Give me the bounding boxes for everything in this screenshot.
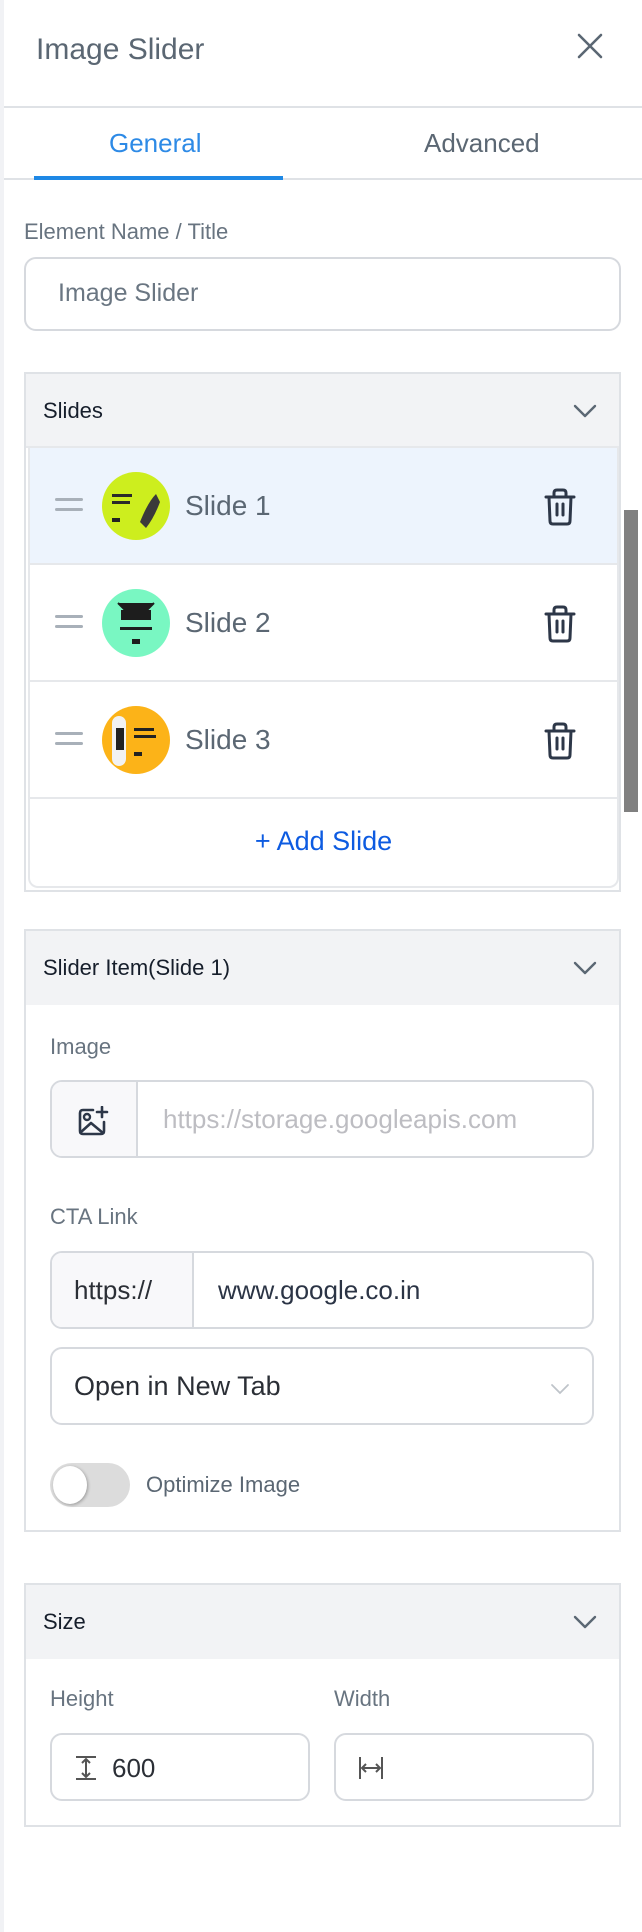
size-panel-title: Size: [43, 1609, 86, 1634]
slider-item-header[interactable]: Slider Item(Slide 1): [26, 931, 619, 1005]
active-tab-indicator: [34, 176, 283, 180]
toggle-knob: [53, 1466, 87, 1504]
slide-row[interactable]: Slide 1: [30, 448, 617, 565]
slides-panel-header[interactable]: Slides: [26, 374, 619, 448]
tab-general[interactable]: General: [109, 128, 202, 159]
trash-icon[interactable]: [543, 488, 577, 526]
cta-link-input[interactable]: https:// www.google.co.in: [50, 1251, 594, 1329]
trash-icon[interactable]: [543, 605, 577, 643]
cta-protocol-prefix: https://: [52, 1253, 194, 1327]
image-upload-button[interactable]: [52, 1082, 138, 1156]
element-name-input[interactable]: Image Slider: [24, 257, 621, 331]
image-add-icon: [78, 1106, 109, 1136]
left-edge-strip: [0, 0, 4, 1932]
scrollbar-thumb[interactable]: [624, 510, 638, 812]
chevron-down-icon: [573, 404, 597, 418]
chevron-down-icon: [551, 1384, 569, 1395]
slide-row[interactable]: Slide 3: [30, 682, 617, 799]
slides-panel-title: Slides: [43, 398, 103, 423]
optimize-image-label: Optimize Image: [146, 1472, 301, 1497]
slide-name: Slide 1: [185, 490, 271, 521]
height-value: 600: [112, 1753, 156, 1783]
close-icon: [577, 33, 603, 59]
width-icon: [359, 1757, 383, 1779]
add-slide-button[interactable]: + Add Slide: [30, 799, 617, 886]
slider-item-panel: Slider Item(Slide 1) Image https://stora…: [24, 929, 621, 1532]
slide-thumbnail: [102, 706, 170, 774]
close-button[interactable]: [574, 30, 606, 62]
panel-header: Image Slider: [4, 0, 642, 107]
slide-row[interactable]: Slide 2: [30, 565, 617, 682]
size-panel-header[interactable]: Size: [26, 1585, 619, 1659]
image-url-value: https://storage.googleapis.com: [163, 1104, 518, 1134]
tab-advanced[interactable]: Advanced: [424, 128, 540, 159]
slider-item-title: Slider Item(Slide 1): [43, 955, 231, 980]
trash-icon[interactable]: [543, 722, 577, 760]
drag-handle-icon[interactable]: [55, 732, 83, 746]
tab-bar: General Advanced: [4, 108, 642, 180]
slide-thumbnail: [102, 589, 170, 657]
element-name-value: Image Slider: [58, 279, 199, 307]
drag-handle-icon[interactable]: [55, 498, 83, 512]
slide-name: Slide 2: [185, 607, 271, 638]
chevron-down-icon: [573, 961, 597, 975]
slide-name: Slide 3: [185, 724, 271, 755]
panel-title: Image Slider: [36, 33, 205, 66]
image-url-input[interactable]: https://storage.googleapis.com: [50, 1080, 594, 1158]
cta-prefix-text: https://: [74, 1275, 153, 1305]
slides-panel: Slides Slide 1 Slide 2 Slide 3 + Add Sli…: [24, 372, 621, 892]
width-label: Width: [334, 1686, 391, 1711]
height-input[interactable]: 600: [50, 1733, 310, 1801]
slide-thumbnail: [102, 472, 170, 540]
height-icon: [76, 1756, 96, 1780]
element-name-label: Element Name / Title: [24, 219, 229, 244]
size-panel: Size Height Width 600: [24, 1583, 621, 1827]
link-target-value: Open in New Tab: [74, 1371, 281, 1401]
slide-list: Slide 1 Slide 2 Slide 3 + Add Slide: [28, 448, 619, 888]
cta-link-label: CTA Link: [50, 1204, 138, 1229]
link-target-select[interactable]: Open in New Tab: [50, 1347, 594, 1425]
optimize-image-toggle[interactable]: [50, 1463, 130, 1507]
cta-link-value: www.google.co.in: [218, 1275, 421, 1305]
height-label: Height: [50, 1686, 114, 1711]
image-label: Image: [50, 1034, 112, 1059]
drag-handle-icon[interactable]: [55, 615, 83, 629]
width-input[interactable]: [334, 1733, 594, 1801]
chevron-down-icon: [573, 1615, 597, 1629]
